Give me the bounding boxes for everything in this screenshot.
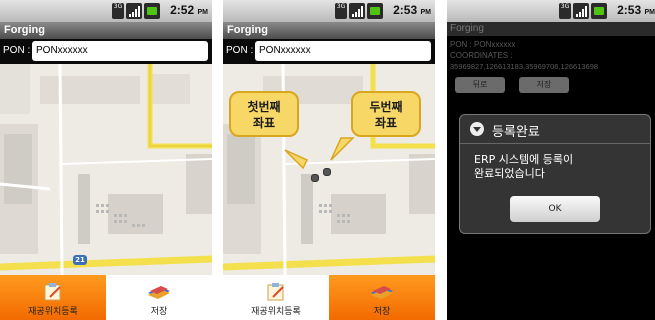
pon-input[interactable]: PONxxxxxx xyxy=(32,41,208,61)
status-bar: 3G 2:53 PM xyxy=(447,0,655,22)
pon-row: PON : PONxxxxxx xyxy=(0,39,212,64)
app-title: Forging xyxy=(447,22,655,36)
battery-icon xyxy=(144,3,160,19)
signal-icon xyxy=(573,3,589,19)
tab-save[interactable]: 저장 xyxy=(106,275,212,320)
marker-second-coordinate[interactable] xyxy=(323,168,331,176)
pon-line: PON : PONxxxxxx xyxy=(450,40,516,49)
marker-first-coordinate[interactable] xyxy=(311,174,319,182)
phone-screen-1: 3G 2:52 PM Forging PON : PONxxxxxx 21 재공… xyxy=(0,0,212,320)
ok-button[interactable]: OK xyxy=(510,196,600,222)
books-icon xyxy=(371,286,393,299)
callout-second-coordinate: 두번째 좌표 xyxy=(351,91,421,137)
3g-icon: 3G xyxy=(559,3,571,19)
pon-row: PON : PONxxxxxx xyxy=(223,39,435,64)
dialog-title-bar: 등록완료 xyxy=(460,115,650,144)
pon-input[interactable]: PONxxxxxx xyxy=(255,41,431,61)
books-icon xyxy=(148,286,170,299)
clock: 2:53 PM xyxy=(617,3,655,17)
status-bar: 3G 2:53 PM xyxy=(223,0,435,22)
clipboard-icon xyxy=(267,283,284,301)
map-view[interactable]: 첫번째 좌표 두번째 좌표 xyxy=(223,63,435,276)
3g-icon: 3G xyxy=(112,3,124,19)
battery-icon xyxy=(591,3,607,19)
clock: 2:53 PM xyxy=(393,3,431,17)
coordinates-value: 35969827,126613183,35969706,126613698 xyxy=(450,62,599,71)
phone-screen-2: 3G 2:53 PM Forging PON : PONxxxxxx 첫번째 좌… xyxy=(223,0,435,320)
tab-save-label: 저장 xyxy=(373,307,391,317)
back-button[interactable]: 뒤로 xyxy=(455,77,505,93)
tab-save[interactable]: 저장 xyxy=(329,275,435,320)
3g-icon: 3G xyxy=(335,3,347,19)
status-bar: 3G 2:52 PM xyxy=(0,0,212,22)
save-button[interactable]: 저장 xyxy=(519,77,569,93)
clipboard-icon xyxy=(44,283,61,301)
clock: 2:52 PM xyxy=(170,3,208,17)
tab-save-label: 저장 xyxy=(150,307,168,317)
road-shield: 21 xyxy=(73,255,87,265)
coordinates-label: COORDINATES : xyxy=(450,51,513,60)
dialog-message: ERP 시스템에 등록이 완료되었습니다 xyxy=(474,153,574,180)
dialog-title: 등록완료 xyxy=(492,125,540,140)
signal-icon xyxy=(349,3,365,19)
pon-label: PON : xyxy=(3,45,31,56)
registration-complete-dialog: 등록완료 ERP 시스템에 등록이 완료되었습니다 OK xyxy=(459,114,651,234)
callout-first-coordinate: 첫번째 좌표 xyxy=(229,91,299,137)
battery-icon xyxy=(367,3,383,19)
signal-icon xyxy=(126,3,142,19)
pon-label: PON : xyxy=(226,45,254,56)
map-graphic xyxy=(0,63,212,276)
info-icon xyxy=(470,122,484,136)
phone-screen-3: 3G 2:53 PM Forging PON : PONxxxxxx COORD… xyxy=(447,0,655,320)
bottom-bar: 재공위치등록 저장 xyxy=(223,275,435,320)
tab-register-location[interactable]: 재공위치등록 xyxy=(0,275,106,320)
bottom-bar: 재공위치등록 저장 xyxy=(0,275,212,320)
app-title: Forging xyxy=(223,22,435,39)
tab-register-label: 재공위치등록 xyxy=(28,307,78,317)
app-title: Forging xyxy=(0,22,212,39)
tab-register-location[interactable]: 재공위치등록 xyxy=(223,275,329,320)
tab-register-label: 재공위치등록 xyxy=(251,307,301,317)
map-view[interactable]: 21 xyxy=(0,63,212,276)
